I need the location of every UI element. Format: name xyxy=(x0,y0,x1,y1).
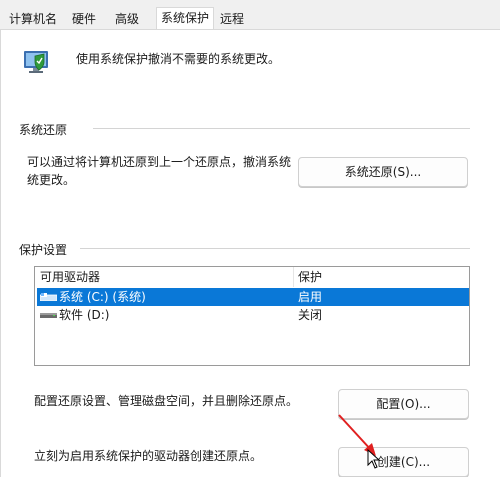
header-description: 使用系统保护撤消不需要的系统更改。 xyxy=(76,52,281,66)
configure-text: 配置还原设置、管理磁盘空间，并且删除还原点。 xyxy=(34,394,299,408)
system-restore-group-title: 系统还原 xyxy=(19,123,68,137)
tab-hardware[interactable]: 硬件 xyxy=(68,10,100,29)
tab-computer-name[interactable]: 计算机名 xyxy=(5,10,61,29)
drives-list[interactable]: 可用驱动器 保护 系统 (C:) (系统) 启用 软件 (D:) 关闭 xyxy=(34,266,470,366)
protection-settings-group-line xyxy=(80,248,470,249)
system-protection-shield-icon xyxy=(24,51,48,73)
protection-settings-group-title: 保护设置 xyxy=(19,243,68,257)
drive-name: 软件 (D:) xyxy=(59,308,110,322)
column-header-protection[interactable]: 保护 xyxy=(298,267,322,287)
system-drive-icon xyxy=(40,293,57,301)
tab-advanced[interactable]: 高级 xyxy=(111,10,143,29)
mouse-cursor-icon xyxy=(367,449,381,469)
drive-row-c[interactable]: 系统 (C:) (系统) 启用 xyxy=(37,288,469,306)
column-header-drives[interactable]: 可用驱动器 xyxy=(40,267,100,287)
drive-icon xyxy=(40,313,57,318)
drive-protection-state: 关闭 xyxy=(298,308,323,322)
system-restore-button[interactable]: 系统还原(S)... xyxy=(298,157,468,187)
system-restore-group-line xyxy=(93,128,470,129)
tab-remote[interactable]: 远程 xyxy=(216,10,248,29)
drive-row-d[interactable]: 软件 (D:) 关闭 xyxy=(37,306,469,324)
create-text: 立刻为启用系统保护的驱动器创建还原点。 xyxy=(34,449,263,463)
system-restore-text-line1: 可以通过将计算机还原到上一个还原点，撤消系统 xyxy=(27,155,292,169)
drive-name: 系统 (C:) (系统) xyxy=(59,290,146,304)
system-restore-text-line2: 统更改。 xyxy=(27,173,76,187)
drives-list-header: 可用驱动器 保护 xyxy=(35,267,469,287)
tab-system-protection[interactable]: 系统保护 xyxy=(156,7,215,30)
tab-bar: 计算机名 硬件 高级 系统保护 远程 xyxy=(0,0,500,30)
column-separator[interactable] xyxy=(293,267,294,287)
drive-protection-state: 启用 xyxy=(298,290,323,304)
